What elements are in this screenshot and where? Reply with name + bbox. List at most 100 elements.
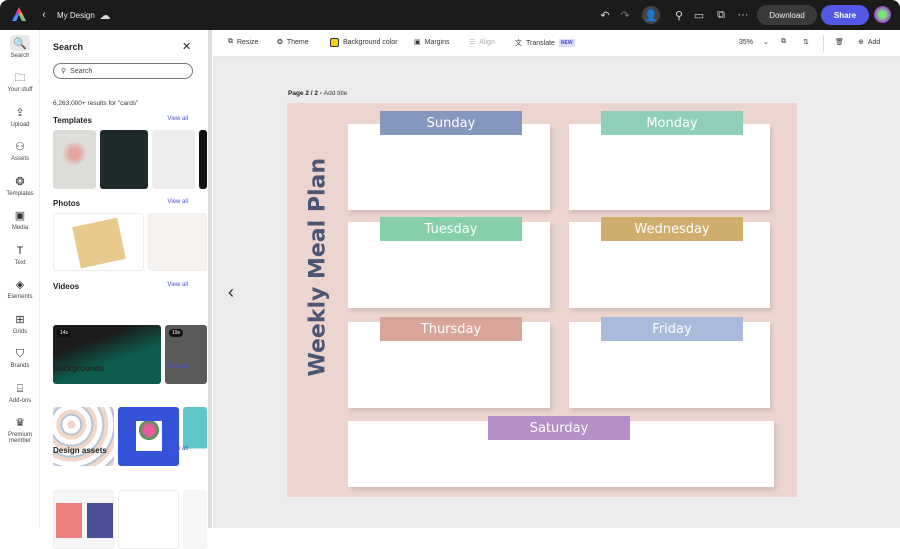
rail-item-upload[interactable]: ⇪ Upload — [0, 106, 40, 128]
view-all-design-assets[interactable]: View all — [167, 446, 188, 452]
translate-icon: 文 — [515, 40, 522, 47]
page-label: Page 2 / 2 - Add title — [288, 90, 347, 97]
comment-icon[interactable]: ▭ — [692, 8, 706, 22]
trash-icon[interactable]: 🗑 — [835, 38, 844, 46]
background-thumb[interactable] — [183, 407, 207, 466]
grids-icon: ⊞ — [15, 314, 25, 326]
theme-button[interactable]: ❂ Theme — [277, 38, 309, 47]
day-label-saturday[interactable]: Saturday — [488, 416, 630, 440]
search-placeholder: Search — [70, 67, 93, 75]
background-color-button[interactable]: Background color — [330, 38, 397, 47]
video-thumb[interactable]: 14s — [53, 325, 161, 384]
day-label-monday[interactable]: Monday — [601, 111, 743, 135]
resize-icon: ⧉ — [228, 38, 233, 45]
align-button[interactable]: ☰ Align — [469, 38, 495, 47]
day-card-monday[interactable] — [569, 124, 770, 210]
new-badge: NEW — [558, 39, 575, 47]
rail-item-templates[interactable]: ❂ Templates — [0, 175, 40, 197]
close-icon[interactable]: ✕ — [182, 40, 191, 53]
premium-member-icon: ♛ — [15, 417, 25, 429]
templates-icon: ❂ — [15, 176, 25, 188]
rail-item-search[interactable]: 🔍 Search — [0, 37, 40, 59]
rail-item-label: Assets — [10, 156, 29, 162]
back-icon[interactable]: ‹ — [38, 8, 50, 22]
rail-item-grids[interactable]: ⊞ Grids — [0, 313, 40, 335]
translate-label: Translate — [526, 39, 555, 47]
day-card-sunday[interactable] — [348, 124, 550, 210]
rail-item-label: Search — [10, 53, 30, 59]
rail-item-elements[interactable]: ◈ Elements — [0, 278, 40, 300]
add-title-link[interactable]: Add title — [324, 90, 348, 97]
margins-icon: ▣ — [414, 39, 421, 46]
top-bar: ‹ My Design ☁ ↶ ↷ 👤 ⚲ ▭ ⧉ ··· Download S… — [0, 0, 900, 30]
rail-item-label: Brands — [10, 363, 30, 369]
search-icon: ⚲ — [61, 68, 67, 75]
background-thumb[interactable] — [118, 407, 179, 466]
design-asset-thumb[interactable] — [53, 490, 114, 549]
rail-item-media[interactable]: ▣ Media — [0, 209, 40, 231]
rail-item-your-stuff[interactable]: 🗀 Your stuff — [0, 71, 40, 93]
photo-thumb[interactable] — [53, 213, 144, 271]
pages-icon[interactable]: ⧉ — [781, 38, 786, 46]
chevron-down-icon: ⌄ — [763, 39, 769, 46]
add-icon: ⊕ — [858, 39, 864, 46]
background-thumb[interactable] — [53, 407, 114, 466]
present-icon[interactable]: ⧉ — [714, 8, 728, 22]
template-thumb[interactable] — [53, 130, 96, 189]
more-icon[interactable]: ··· — [736, 8, 750, 22]
resize-button[interactable]: ⧉ Resize — [228, 38, 258, 46]
your-stuff-icon: 🗀 — [14, 72, 26, 84]
document-title[interactable]: My Design — [57, 11, 95, 20]
rail-item-add-ons[interactable]: ⌸ Add-ons — [0, 382, 40, 404]
design-asset-thumb[interactable] — [118, 490, 179, 549]
layers-icon[interactable]: ⇅ — [803, 38, 809, 46]
rail-item-label: Your stuff — [7, 87, 33, 93]
avatar[interactable] — [874, 6, 891, 23]
view-all-templates[interactable]: View all — [167, 116, 188, 122]
previous-page-icon[interactable]: ‹ — [228, 282, 234, 303]
invite-user-icon[interactable]: 👤 — [642, 6, 660, 24]
day-label-wednesday[interactable]: Wednesday — [601, 217, 743, 241]
margins-label: Margins — [424, 38, 450, 46]
share-button[interactable]: Share — [821, 5, 869, 25]
design-asset-thumb[interactable] — [183, 490, 207, 549]
day-label-sunday[interactable]: Sunday — [380, 111, 522, 135]
translate-button[interactable]: 文 Translate NEW — [515, 38, 575, 48]
zoom-dropdown[interactable]: 35% ⌄ — [739, 38, 769, 47]
template-thumb[interactable] — [100, 130, 148, 189]
template-thumb[interactable] — [199, 130, 207, 189]
lightbulb-icon[interactable]: ⚲ — [672, 8, 686, 22]
view-all-videos[interactable]: View all — [167, 282, 188, 288]
assets-icon: ⚇ — [15, 141, 25, 153]
view-all-backgrounds[interactable]: View all — [167, 364, 188, 370]
rail-item-label: Text — [14, 260, 26, 266]
rail-item-brands[interactable]: ⛉ Brands — [0, 347, 40, 369]
section-videos: Videos — [53, 282, 80, 291]
download-button[interactable]: Download — [757, 5, 817, 25]
rail-item-text[interactable]: T Text — [0, 244, 40, 266]
day-label-friday[interactable]: Friday — [601, 317, 743, 341]
template-thumb[interactable] — [152, 130, 195, 189]
margins-button[interactable]: ▣ Margins — [414, 38, 450, 47]
add-button[interactable]: ⊕ Add — [858, 38, 880, 47]
left-rail: 🔍 Search 🗀 Your stuff ⇪ Upload ⚇ Assets ❂ Templat… — [0, 30, 40, 528]
planner-title[interactable]: Weekly Meal Plan — [306, 158, 331, 377]
section-backgrounds: Backgrounds — [53, 364, 105, 373]
toolbar-divider — [823, 35, 824, 52]
rail-item-label: Templates — [6, 191, 34, 197]
adobe-express-logo[interactable] — [12, 7, 26, 21]
search-input[interactable]: ⚲ Search — [53, 63, 193, 79]
text-icon: T — [16, 245, 24, 257]
rail-item-premium-member[interactable]: ♛ Premium member — [0, 416, 40, 444]
toolbar: ⧉ Resize ❂ Theme Background color ▣ Margins… — [213, 30, 900, 57]
video-thumb[interactable]: 19s — [165, 325, 207, 384]
design-page[interactable]: Sunday Monday Tuesday Wednesday Thursday Frid… — [287, 103, 797, 497]
photo-thumb[interactable] — [148, 213, 207, 271]
rail-item-label: Media — [11, 225, 29, 231]
view-all-photos[interactable]: View all — [167, 199, 188, 205]
undo-icon[interactable]: ↶ — [598, 8, 612, 22]
day-label-thursday[interactable]: Thursday — [380, 317, 522, 341]
redo-icon[interactable]: ↷ — [618, 8, 632, 22]
day-label-tuesday[interactable]: Tuesday — [380, 217, 522, 241]
rail-item-assets[interactable]: ⚇ Assets — [0, 140, 40, 162]
